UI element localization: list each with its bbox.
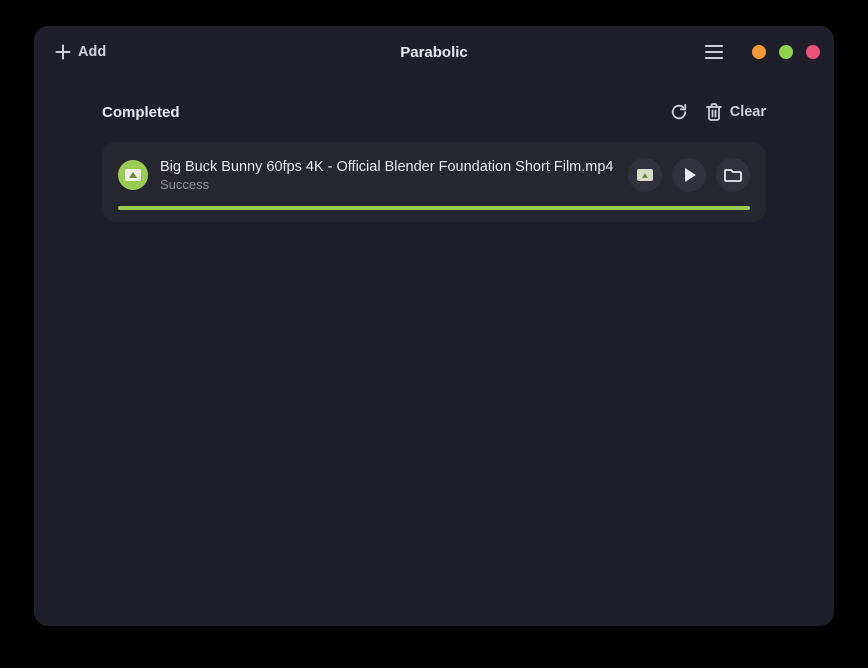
refresh-icon (670, 103, 688, 121)
trash-icon (706, 103, 722, 121)
titlebar-right (700, 38, 820, 66)
app-window: Add Parabolic Completed (34, 26, 834, 626)
clear-label: Clear (730, 104, 766, 120)
section-header: Completed Clear (102, 90, 766, 134)
minimize-button[interactable] (752, 45, 766, 59)
card-row: Big Buck Bunny 60fps 4K - Official Blend… (118, 158, 750, 192)
add-button[interactable]: Add (48, 39, 112, 65)
maximize-button[interactable] (779, 45, 793, 59)
window-controls (752, 45, 820, 59)
card-actions (628, 158, 750, 192)
refresh-button[interactable] (670, 103, 688, 121)
file-status: Success (160, 177, 616, 192)
file-thumbnail (118, 160, 148, 190)
content-area: Completed Clear (34, 78, 834, 626)
folder-icon (724, 167, 742, 183)
download-card: Big Buck Bunny 60fps 4K - Official Blend… (102, 142, 766, 222)
close-button[interactable] (806, 45, 820, 59)
section-actions: Clear (670, 103, 766, 121)
menu-button[interactable] (700, 38, 728, 66)
clear-button[interactable]: Clear (706, 103, 766, 121)
plus-icon (54, 43, 72, 61)
log-icon (637, 169, 653, 181)
file-name: Big Buck Bunny 60fps 4K - Official Blend… (160, 159, 616, 175)
progress-bar (118, 206, 750, 210)
view-log-button[interactable] (628, 158, 662, 192)
titlebar: Add Parabolic (34, 26, 834, 78)
app-title: Parabolic (400, 44, 468, 61)
hamburger-icon (705, 45, 723, 59)
play-button[interactable] (672, 158, 706, 192)
play-icon (685, 168, 696, 182)
image-icon (125, 169, 141, 181)
file-info: Big Buck Bunny 60fps 4K - Official Blend… (160, 159, 616, 192)
open-folder-button[interactable] (716, 158, 750, 192)
add-label: Add (78, 44, 106, 60)
section-title: Completed (102, 104, 180, 121)
